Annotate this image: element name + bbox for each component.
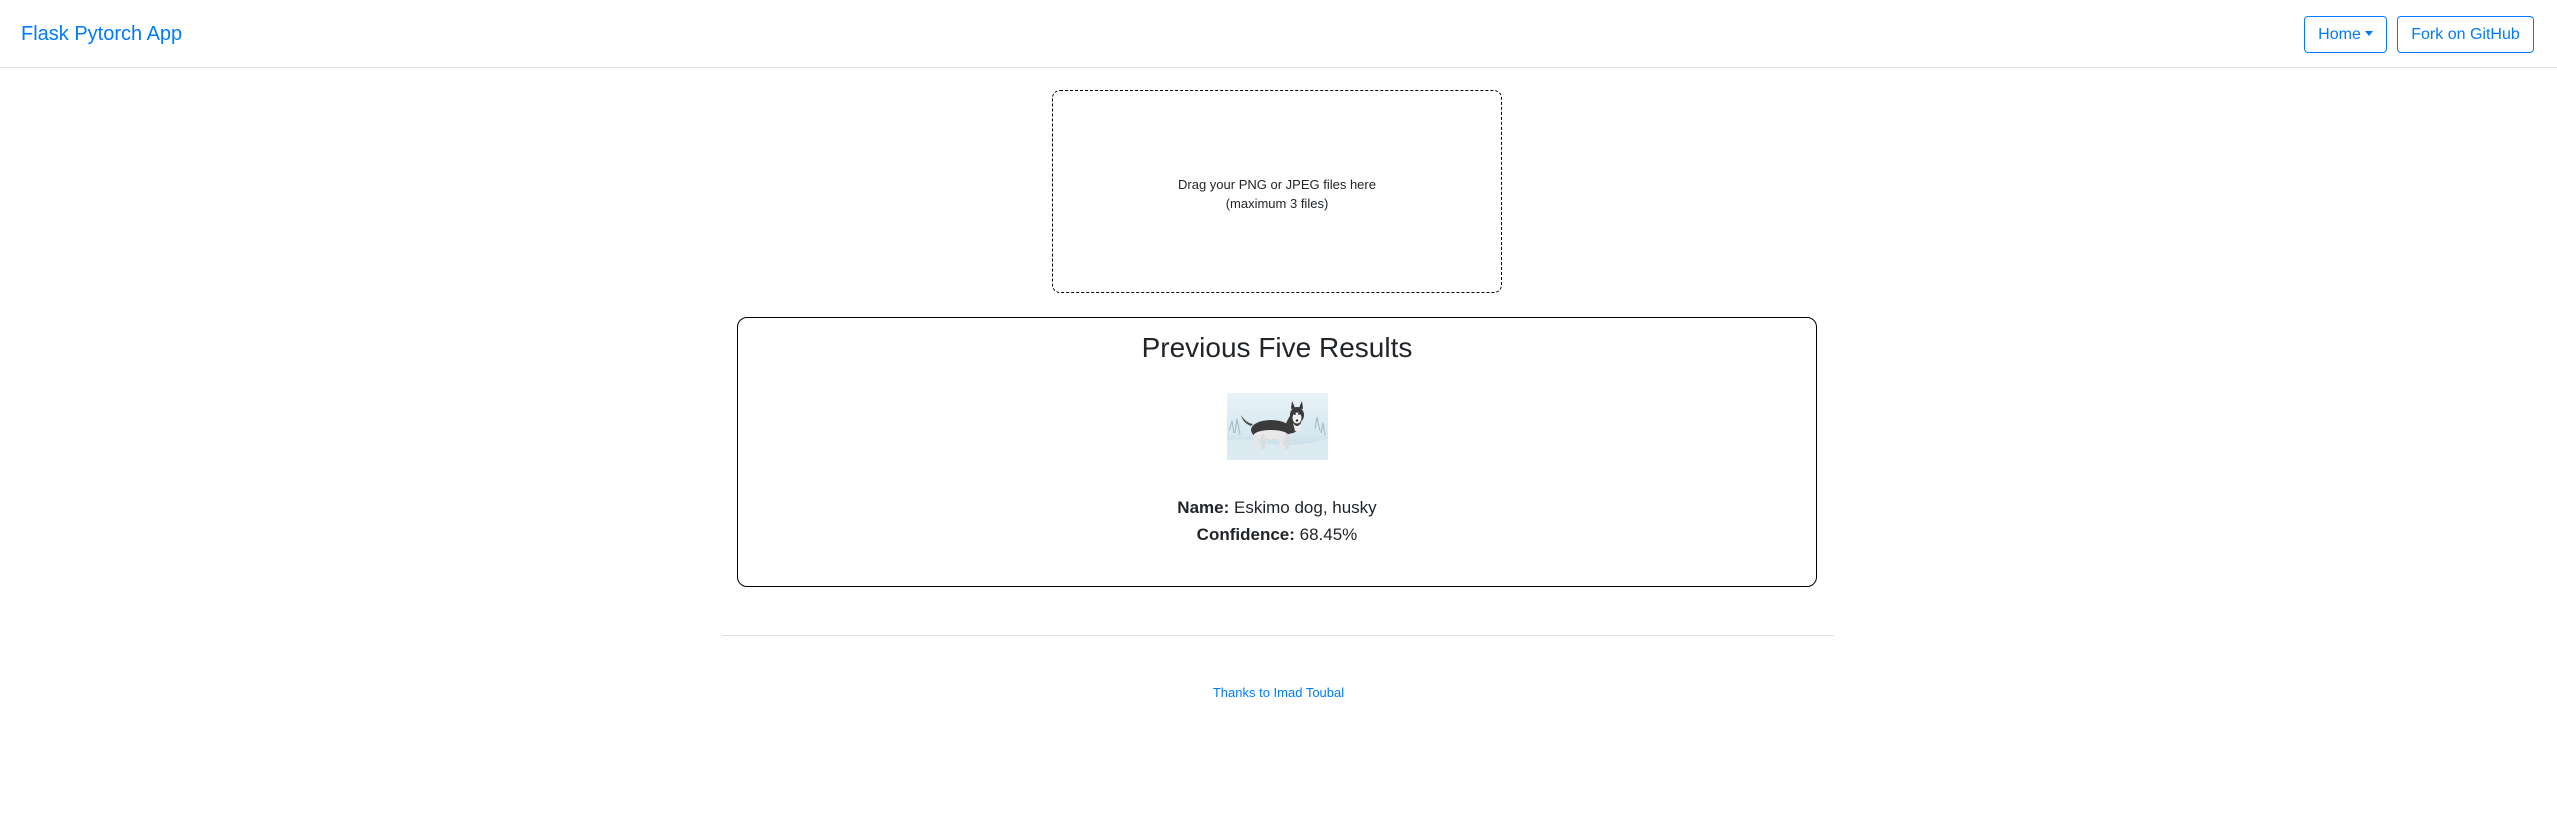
footer: Thanks to Imad Toubal (0, 684, 2557, 702)
file-dropzone[interactable]: Drag your PNG or JPEG files here (maximu… (1052, 90, 1502, 293)
results-panel: Previous Five Results Name: Eskimo dog, … (737, 317, 1817, 587)
home-dropdown-button[interactable]: Home (2304, 16, 2387, 53)
footer-divider (722, 635, 1834, 636)
result-confidence-value: 68.45% (1299, 525, 1358, 544)
result-name-value: Eskimo dog, husky (1234, 498, 1377, 517)
brand-link[interactable]: Flask Pytorch App (21, 20, 182, 48)
dropzone-message: Drag your PNG or JPEG files here (maximu… (1053, 175, 1501, 213)
result-name-label: Name: (1177, 498, 1230, 517)
result-confidence-label: Confidence: (1196, 525, 1295, 544)
top-navbar: Flask Pytorch App Home Fork on GitHub (0, 0, 2557, 68)
dropzone-line-1: Drag your PNG or JPEG files here (1178, 177, 1376, 192)
caret-down-icon (2364, 31, 2373, 36)
results-title: Previous Five Results (1141, 332, 1413, 363)
result-image-husky (1227, 393, 1328, 460)
fork-on-github-button[interactable]: Fork on GitHub (2397, 16, 2534, 53)
dropzone-line-2: (maximum 3 files) (1225, 196, 1329, 211)
result-name: Name: Eskimo dog, husky (738, 496, 1816, 520)
thanks-link[interactable]: Thanks to Imad Toubal (1213, 685, 1344, 700)
home-button-label: Home (2318, 26, 2361, 43)
result-confidence: Confidence: 68.45% (738, 523, 1816, 547)
